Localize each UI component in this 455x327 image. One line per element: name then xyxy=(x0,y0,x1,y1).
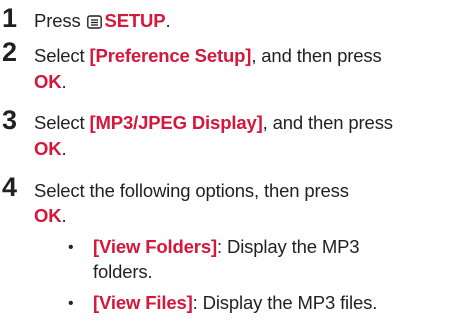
menu-icon xyxy=(86,11,102,35)
bullet-1-text-cont: folders. xyxy=(93,261,153,282)
step-number-1: 1 xyxy=(2,3,18,33)
bullet-1-line-2: folders. xyxy=(93,260,153,284)
step-2-line-1: Select [Preference Setup], and then pres… xyxy=(34,44,382,68)
bullet-1-text: : Display the MP3 xyxy=(217,236,360,257)
bullet-1-keyword: [View Folders] xyxy=(93,236,218,257)
step-2-keyword: [Preference Setup] xyxy=(89,45,252,66)
bullet-2-symbol: • xyxy=(68,295,74,312)
step-3-keyword-ok: OK xyxy=(34,138,62,159)
step-2-line-2: OK. xyxy=(34,70,67,94)
step-2-text-end: . xyxy=(61,71,67,92)
bullet-1-symbol: • xyxy=(68,239,74,256)
step-number-2: 2 xyxy=(2,37,18,67)
step-number-3: 3 xyxy=(2,105,18,135)
bullet-2-keyword: [View Files] xyxy=(93,292,193,313)
instruction-page: 1 Press SETUP. 2 Select [Preference Setu… xyxy=(0,0,455,327)
step-2-text-after: , and then press xyxy=(251,45,382,66)
step-1-line: Press SETUP. xyxy=(34,9,171,35)
step-4-line-2: OK. xyxy=(34,204,67,228)
step-2-text: Select xyxy=(34,45,90,66)
step-3-text-after: , and then press xyxy=(262,112,393,133)
step-4-text: Select the following options, then press xyxy=(34,180,349,201)
bullet-1-line-1: [View Folders]: Display the MP3 xyxy=(93,235,360,259)
bullet-2-line-1: [View Files]: Display the MP3 files. xyxy=(93,291,377,315)
step-number-4: 4 xyxy=(2,172,18,202)
step-4-text-end: . xyxy=(61,205,67,226)
step-3-line-2: OK. xyxy=(34,137,67,161)
bullet-2-text: : Display the MP3 files. xyxy=(192,292,378,313)
step-3-text: Select xyxy=(34,112,90,133)
step-1-text-end: . xyxy=(165,10,171,31)
step-3-text-end: . xyxy=(61,138,67,159)
step-2-keyword-ok: OK xyxy=(34,71,62,92)
step-4-line-1: Select the following options, then press xyxy=(34,179,349,203)
step-1-text: Press xyxy=(34,10,86,31)
step-4-keyword-ok: OK xyxy=(34,205,62,226)
step-3-keyword: [MP3/JPEG Display] xyxy=(89,112,263,133)
step-3-line-1: Select [MP3/JPEG Display], and then pres… xyxy=(34,111,393,135)
step-1-keyword-setup: SETUP xyxy=(104,10,166,31)
